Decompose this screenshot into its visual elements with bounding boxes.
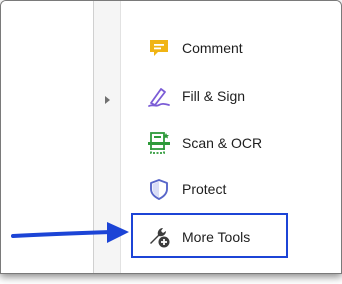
tool-comment[interactable]: Comment — [146, 33, 243, 63]
tool-label: Scan & OCR — [182, 135, 263, 151]
tool-label: Comment — [182, 40, 243, 56]
tool-fill-sign[interactable]: Fill & Sign — [146, 81, 245, 111]
fill-sign-pen-icon — [146, 83, 172, 109]
collapse-panel-arrow-icon[interactable] — [105, 96, 110, 104]
arrow-right-icon — [11, 222, 129, 243]
tool-scan-ocr[interactable]: Scan & OCR — [146, 128, 262, 158]
shield-icon — [146, 176, 172, 202]
acrobat-window: Comment Fill & Sign Scan & OCR Protect M… — [0, 0, 342, 274]
comment-icon — [146, 35, 172, 61]
tool-label: Fill & Sign — [182, 88, 246, 104]
scan-ocr-icon — [146, 130, 172, 156]
highlight-box — [131, 213, 288, 258]
tool-protect[interactable]: Protect — [146, 174, 226, 204]
tool-label: Protect — [182, 181, 227, 197]
